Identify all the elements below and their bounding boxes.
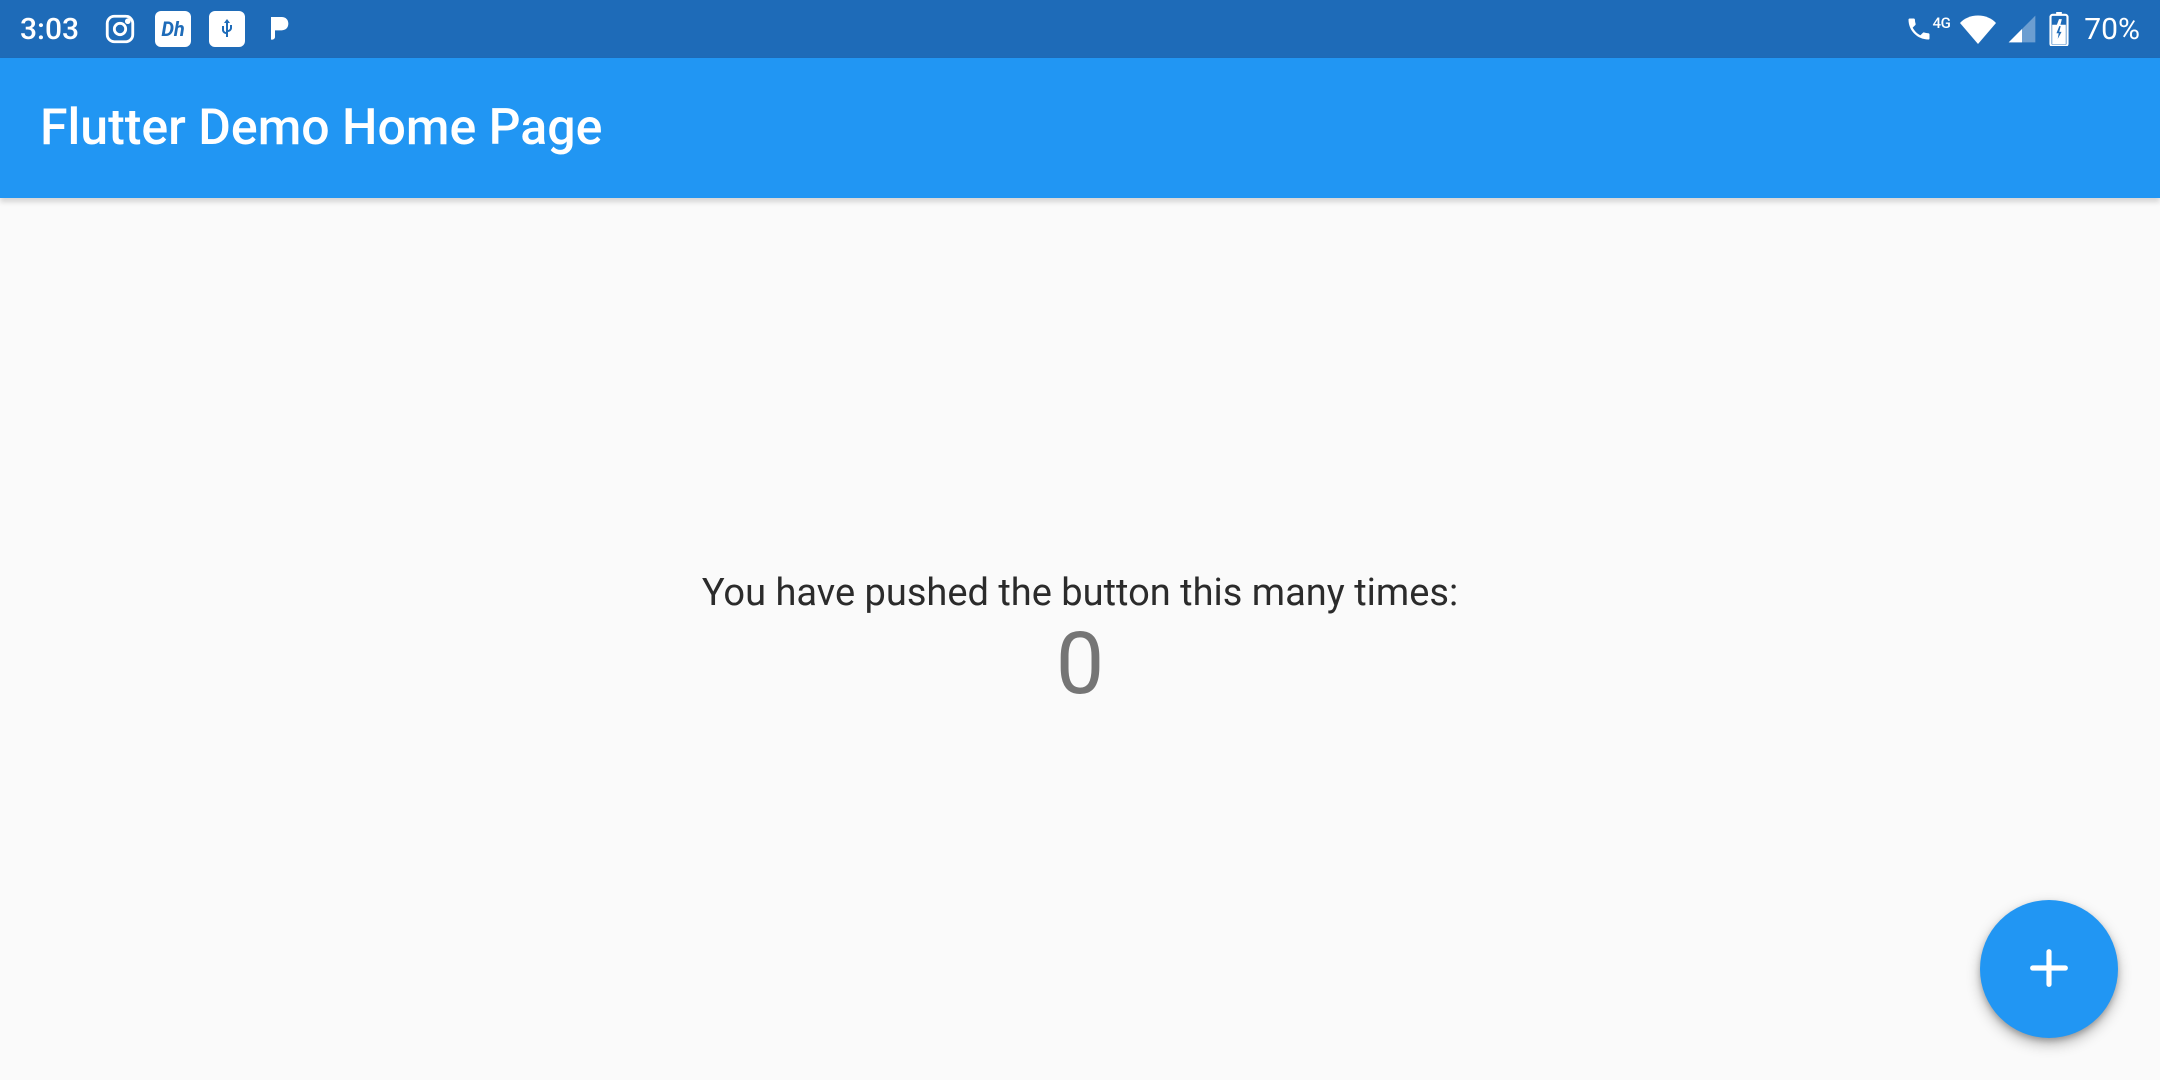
battery-percent: 70% [2084,12,2140,47]
phone-4g-icon: 4G [1905,15,1951,43]
plus-icon [2021,940,2077,999]
wifi-icon [1960,11,1996,47]
instagram-icon [103,12,137,46]
app-bar-title: Flutter Demo Home Page [40,99,602,157]
signal-icon [2006,13,2038,45]
body: You have pushed the button this many tim… [0,198,2160,1080]
increment-fab[interactable] [1980,900,2118,1038]
push-count-label: You have pushed the button this many tim… [702,571,1458,615]
status-time: 3:03 [20,12,79,47]
disney-hotstar-icon: Dh [155,11,191,47]
counter-value: 0 [1056,621,1104,707]
status-bar-left: 3:03 Dh [20,11,295,47]
usb-icon [209,11,245,47]
status-bar-right: 4G 70% [1905,11,2140,47]
battery-charging-icon [2048,12,2070,46]
status-bar: 3:03 Dh [0,0,2160,58]
pandora-icon [263,13,295,45]
app-bar: Flutter Demo Home Page [0,58,2160,198]
